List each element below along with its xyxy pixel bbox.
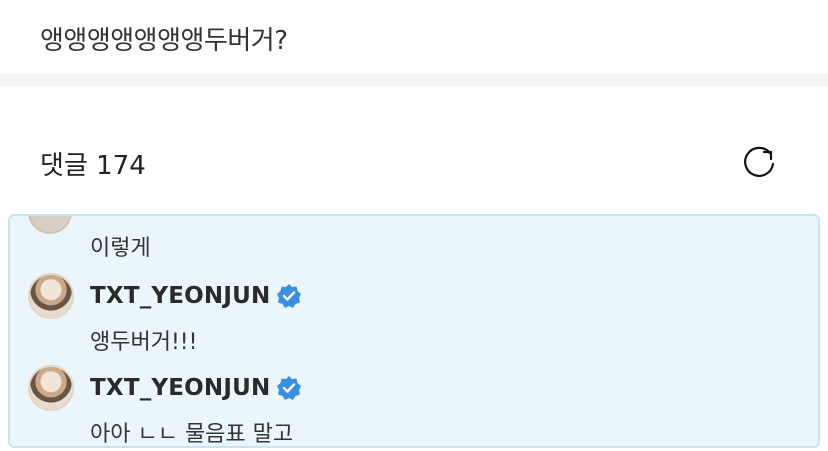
- comment-text: 이렇게: [90, 236, 151, 261]
- avatar[interactable]: [28, 273, 74, 319]
- author-name[interactable]: TXT_YEONJUN: [90, 375, 270, 401]
- verified-badge-icon: [276, 375, 302, 401]
- comments-count-header: 댓글 174: [40, 151, 146, 181]
- comment-text: 앵두버거!!!: [90, 330, 198, 355]
- author-name[interactable]: TXT_YEONJUN: [90, 283, 270, 309]
- comment-text: 아아 ㄴㄴ 물음표 말고: [90, 422, 294, 447]
- comment-author-row: TXT_YEONJUN: [28, 270, 302, 322]
- post-title: 앵앵앵앵앵앵앵두버거?: [40, 26, 288, 56]
- comment-author-row: TXT_YEONJUN: [28, 362, 302, 414]
- avatar: [28, 216, 72, 234]
- avatar[interactable]: [28, 365, 74, 411]
- refresh-icon: [739, 142, 779, 186]
- verified-badge-icon: [276, 283, 302, 309]
- section-divider: [0, 74, 828, 86]
- highlighted-comment-thread: 이렇게 TXT_YEONJUN 앵두버거!!! TXT_YEONJUN 아아 ㄴ…: [8, 214, 820, 448]
- refresh-button[interactable]: [738, 143, 780, 185]
